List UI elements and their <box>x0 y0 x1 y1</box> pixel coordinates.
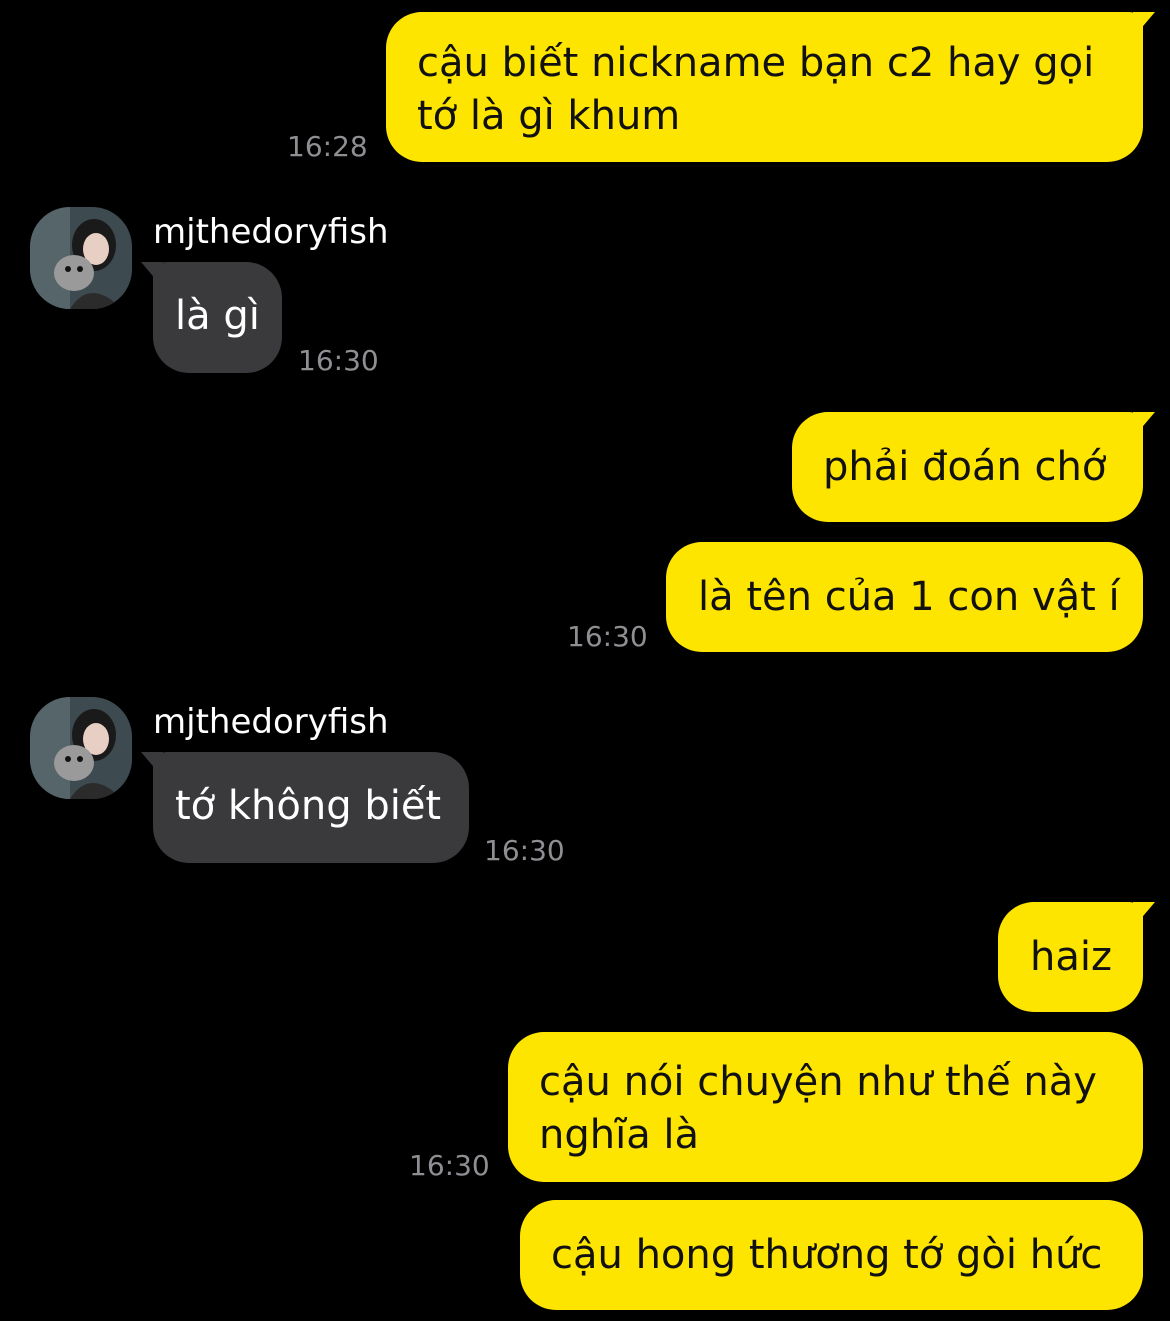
message-bubble-mine[interactable]: cậu nói chuyện như thế này nghĩa là <box>508 1032 1143 1182</box>
message-text: cậu biết nickname bạn c2 hay gọi <box>417 40 1095 86</box>
message-bubble-mine[interactable]: cậu biết nickname bạn c2 hay gọi tớ là g… <box>386 12 1155 162</box>
message-timestamp: 16:28 <box>287 130 368 163</box>
message-text-line: nghĩa là <box>539 1109 1143 1162</box>
message-text: tớ không biết <box>175 783 442 829</box>
message-bubble-mine[interactable]: phải đoán chớ <box>792 412 1155 522</box>
message-text: cậu hong thương tớ gòi hức <box>551 1232 1103 1278</box>
message-text: haiz <box>1030 934 1112 980</box>
message-text: tớ là gì khum <box>417 93 681 139</box>
message-text: là tên của 1 con vật í <box>698 574 1120 620</box>
message-timestamp: 16:30 <box>484 834 565 867</box>
contact-avatar[interactable] <box>30 207 132 309</box>
message-text: cậu nói chuyện như thế này <box>539 1059 1097 1105</box>
message-text-line: cậu nói chuyện như thế này <box>539 1056 1143 1109</box>
message-text: nghĩa là <box>539 1112 700 1158</box>
message-timestamp: 16:30 <box>567 620 648 653</box>
message-bubble-mine[interactable]: haiz <box>998 902 1155 1012</box>
message-bubble-mine[interactable]: là tên của 1 con vật í <box>666 542 1143 652</box>
message-bubble-theirs[interactable]: là gì <box>141 262 282 373</box>
message-text: phải đoán chớ <box>823 444 1107 490</box>
avatar-photo-icon <box>30 207 132 309</box>
message-text-line: cậu biết nickname bạn c2 hay gọi <box>417 37 1113 90</box>
sender-name: mjthedoryfish <box>153 702 389 742</box>
message-timestamp: 16:30 <box>409 1149 490 1182</box>
avatar-photo-icon <box>30 697 132 799</box>
contact-avatar[interactable] <box>30 697 132 799</box>
message-bubble-theirs[interactable]: tớ không biết <box>141 752 469 863</box>
message-timestamp: 16:30 <box>298 344 379 377</box>
message-text: là gì <box>175 293 260 339</box>
message-text-line: tớ là gì khum <box>417 90 1113 143</box>
message-bubble-mine[interactable]: cậu hong thương tớ gòi hức <box>520 1200 1143 1310</box>
sender-name: mjthedoryfish <box>153 212 389 252</box>
